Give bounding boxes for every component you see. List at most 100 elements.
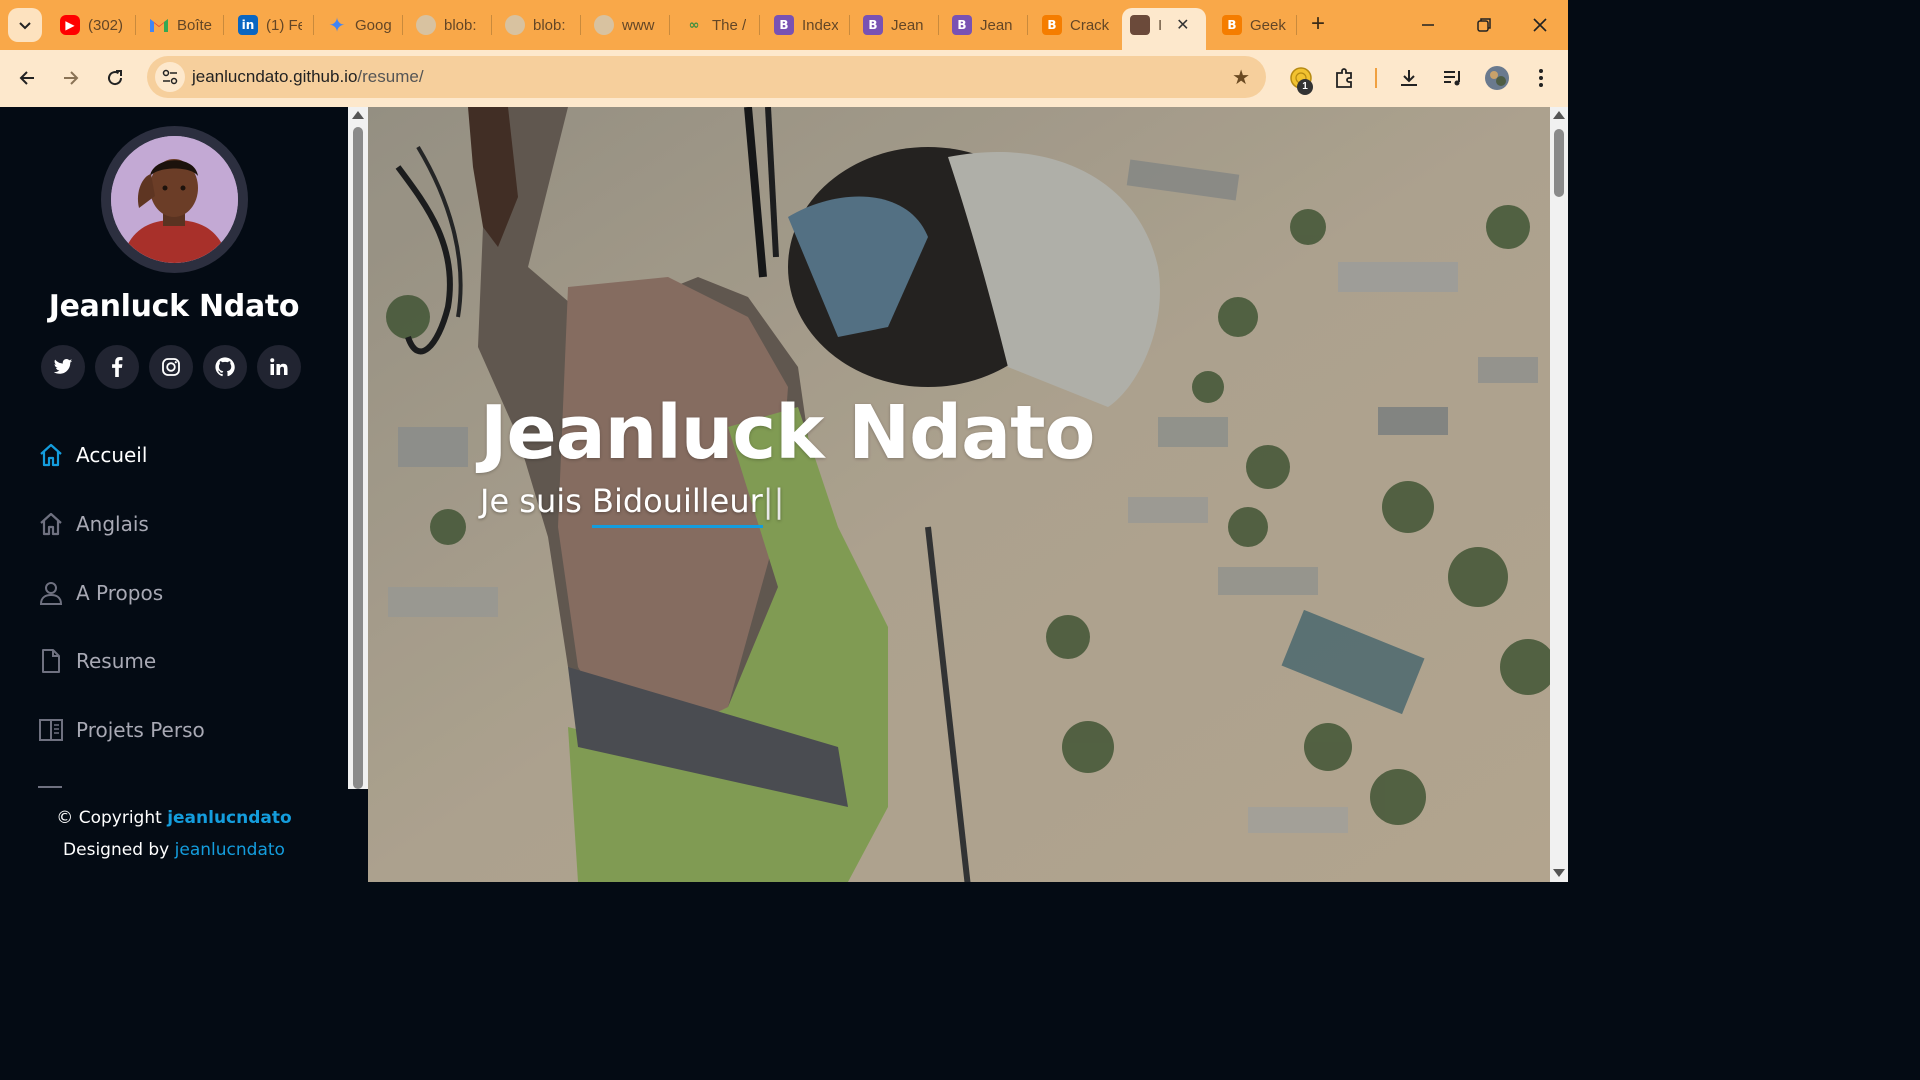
browser-tab[interactable]: B Crack: [1034, 8, 1110, 42]
avatar-frame: [101, 126, 248, 273]
file-icon: [37, 647, 65, 675]
address-bar[interactable]: jeanlucndato.github.io/resume/ ★: [147, 56, 1266, 98]
tab-separator: [223, 15, 224, 35]
sidebar: Jeanluck Ndato Accueil Anglais A Propos …: [0, 107, 348, 882]
tab-title: www: [622, 16, 655, 34]
downloads-button[interactable]: [1393, 62, 1425, 94]
copyright-brand: jeanlucndato: [167, 808, 292, 828]
more-vert-icon: [1539, 69, 1543, 87]
close-icon[interactable]: ✕: [1176, 15, 1189, 35]
copyright-text: © Copyright: [56, 808, 162, 828]
arrow-right-icon: [64, 71, 79, 85]
media-controls-button[interactable]: [1437, 62, 1469, 94]
browser-tab[interactable]: www: [586, 8, 658, 42]
page-scrollbar[interactable]: [1550, 107, 1568, 882]
nav-label: Anglais: [76, 512, 149, 536]
minimize-icon: [1422, 24, 1434, 26]
scroll-up-arrow-icon[interactable]: [352, 111, 364, 119]
hero-section: Jeanluck Ndato Je suis Bidouilleur||: [368, 107, 1550, 882]
profile-avatar-button[interactable]: [1481, 62, 1513, 94]
new-tab-button[interactable]: +: [1303, 8, 1333, 42]
tab-separator: [669, 15, 670, 35]
close-window-button[interactable]: [1520, 8, 1560, 42]
scroll-down-arrow-icon[interactable]: [1553, 869, 1565, 877]
hero-subtitle-prefix: Je suis: [480, 482, 592, 520]
tab-separator: [580, 15, 581, 35]
browser-tab[interactable]: ∞ The /: [676, 8, 748, 42]
github-link[interactable]: [203, 345, 247, 389]
tab-separator: [491, 15, 492, 35]
reload-button[interactable]: [97, 60, 133, 96]
browser-tab-active[interactable]: I ✕: [1122, 8, 1206, 50]
tab-separator: [849, 15, 850, 35]
browser-tab[interactable]: blob:: [408, 8, 480, 42]
tab-title: Jean: [891, 16, 924, 34]
nav-item-resume[interactable]: Resume: [37, 646, 156, 676]
tab-title: (302): [88, 16, 124, 34]
nav-item-accueil[interactable]: Accueil: [37, 440, 147, 470]
browser-tab[interactable]: ✦ Goog: [319, 8, 391, 42]
youtube-icon: ▶: [60, 15, 80, 35]
browser-tab[interactable]: B Jean: [944, 8, 1016, 42]
tab-search-button[interactable]: [8, 8, 42, 42]
tab-title: Boîte: [177, 16, 213, 34]
gmail-icon: [149, 15, 169, 35]
tab-title: (1) Fe: [266, 16, 302, 34]
restore-button[interactable]: [1464, 8, 1504, 42]
browser-tab[interactable]: ▶ (302): [52, 8, 124, 42]
minimize-button[interactable]: [1408, 8, 1448, 42]
browser-tab[interactable]: in (1) Fe: [230, 8, 302, 42]
twitter-link[interactable]: [41, 345, 85, 389]
url-path: /resume/: [357, 67, 424, 86]
book-icon: [37, 716, 65, 744]
linkedin-icon: in: [238, 15, 258, 35]
back-button[interactable]: [9, 60, 45, 96]
close-icon: [1533, 18, 1547, 32]
scroll-up-arrow-icon[interactable]: [1553, 111, 1565, 119]
instagram-link[interactable]: [149, 345, 193, 389]
linkedin-link[interactable]: [257, 345, 301, 389]
tab-separator: [135, 15, 136, 35]
tune-icon: [162, 69, 178, 85]
nav-item-a-propos[interactable]: A Propos: [37, 578, 163, 608]
tab-title: Crack: [1070, 16, 1110, 34]
forward-button[interactable]: [53, 60, 89, 96]
playlist-icon: [1444, 71, 1460, 86]
sidebar-scroll-thumb[interactable]: [353, 127, 363, 789]
copyright-line: © Copyright jeanlucndato: [0, 808, 348, 828]
browser-tab[interactable]: Boîte: [141, 8, 213, 42]
profile-name: Jeanluck Ndato: [48, 289, 300, 324]
tab-separator: [1296, 15, 1297, 35]
browser-tab[interactable]: blob:: [497, 8, 569, 42]
reload-icon: [108, 70, 123, 86]
tab-title: Geek: [1250, 16, 1286, 34]
twitter-icon: [53, 359, 73, 374]
nav-item-projets-perso[interactable]: Projets Perso: [37, 715, 205, 745]
site-info-button[interactable]: [155, 62, 185, 92]
tab-strip: ▶ (302) Boîte in (1) Fe ✦ Goog blob: blo…: [0, 0, 1568, 50]
tab-separator: [313, 15, 314, 35]
bookmark-star-icon[interactable]: ★: [1232, 65, 1250, 90]
facebook-link[interactable]: [95, 345, 139, 389]
credits-line: Designed by jeanlucndato: [0, 840, 348, 860]
page-scroll-thumb[interactable]: [1554, 129, 1564, 197]
extensions-button[interactable]: [1328, 62, 1360, 94]
browser-menu-button[interactable]: [1525, 62, 1557, 94]
browser-tab[interactable]: B Geek: [1214, 8, 1294, 42]
browser-tab[interactable]: B Jean: [855, 8, 927, 42]
url-text: jeanlucndato.github.io/resume/: [192, 67, 424, 87]
extension-badge: 1: [1297, 79, 1313, 95]
bootstrap-icon: B: [863, 15, 883, 35]
credits-link[interactable]: jeanlucndato: [175, 840, 285, 860]
nav-item-anglais[interactable]: Anglais: [37, 509, 149, 539]
web-page: Jeanluck Ndato Accueil Anglais A Propos …: [0, 107, 1568, 882]
browser-tab[interactable]: B Index: [766, 8, 838, 42]
bootstrap-icon: B: [952, 15, 972, 35]
browser-chrome: ▶ (302) Boîte in (1) Fe ✦ Goog blob: blo…: [0, 0, 1568, 107]
url-host: jeanlucndato.github.io: [192, 67, 358, 86]
nav-label: Resume: [76, 649, 157, 673]
globe-icon: [416, 15, 436, 35]
facebook-icon: [112, 357, 123, 377]
arrow-left-icon: [19, 71, 34, 85]
globe-icon: [594, 15, 614, 35]
